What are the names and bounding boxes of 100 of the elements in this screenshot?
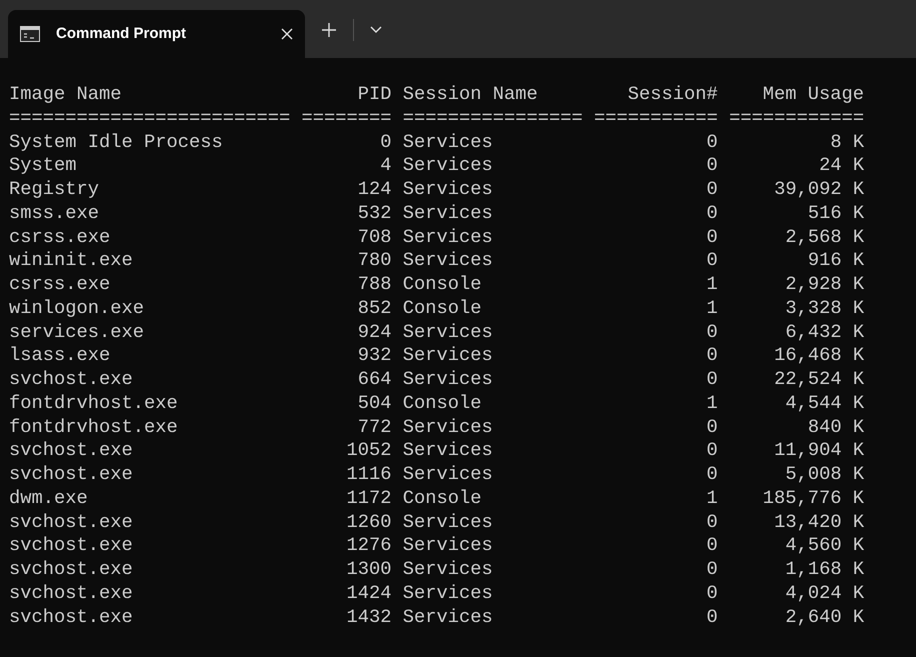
table-cell-text: Services [402, 510, 494, 534]
table-cell-text: 0 [706, 416, 718, 440]
table-cell-text: 16,468 K [773, 344, 864, 368]
table-cell-text: 1 [706, 392, 718, 416]
table-cell-text: svchost.exe [9, 368, 134, 392]
table-cell-text: 22,524 K [773, 368, 864, 392]
table-cell-text: 4,560 K [784, 534, 864, 558]
table-cell-text: 1 [706, 296, 718, 320]
table-cell-text: Console [402, 273, 483, 297]
table-cell-text: smss.exe [9, 202, 100, 226]
table-cell-text: 0 [706, 249, 718, 273]
header-rule: ========================= [9, 106, 290, 130]
table-cell-text: 0 [706, 606, 718, 630]
table-cell-text: csrss.exe [9, 273, 112, 297]
table-cell-text: 1116 [346, 463, 392, 487]
table-cell-text: 5,008 K [784, 463, 864, 487]
table-cell-text: 1 [706, 273, 718, 297]
table-cell-text: Services [402, 249, 494, 273]
table-cell-text: 0 [706, 463, 718, 487]
table-cell-text: Services [402, 130, 494, 154]
table-cell-text: Console [402, 392, 483, 416]
table-cell-text: 924 [356, 320, 392, 344]
table-cell-text: 2,640 K [784, 606, 864, 630]
table-cell-text: 0 [706, 130, 718, 154]
column-header: Mem Usage [762, 83, 864, 107]
table-cell-text: svchost.exe [9, 558, 134, 582]
table-cell-text: 0 [706, 178, 718, 202]
table-cell-text: Services [402, 606, 494, 630]
table-cell-text: 516 K [806, 202, 864, 226]
table-cell-text: 0 [706, 534, 718, 558]
table-cell-text: 4 [379, 154, 392, 178]
plus-icon [321, 22, 337, 38]
column-header: PID [356, 83, 392, 107]
table-cell-text: 840 K [806, 416, 864, 440]
table-cell-text: 0 [706, 344, 718, 368]
table-cell-text: 1276 [346, 534, 392, 558]
table-cell-text: 13,420 K [773, 510, 864, 534]
table-cell-text: 788 [356, 273, 392, 297]
table-cell-text: 1,168 K [784, 558, 864, 582]
table-cell-text: 916 K [806, 249, 864, 273]
header-rule: ============ [729, 106, 864, 130]
table-cell-text: Services [402, 582, 494, 606]
header-rule: =========== [594, 106, 718, 130]
table-cell-text: winlogon.exe [9, 296, 146, 320]
table-cell-text: 0 [706, 558, 718, 582]
table-cell-text: 0 [706, 510, 718, 534]
table-cell-text: 8 K [829, 130, 864, 154]
table-cell-text: Services [402, 463, 494, 487]
table-cell-text: Services [402, 226, 494, 250]
table-cell-text: 2,928 K [784, 273, 864, 297]
table-cell-text: 1424 [346, 582, 392, 606]
table-cell-text: 932 [356, 344, 392, 368]
table-cell-text: Services [402, 202, 494, 226]
table-cell-text: 1300 [346, 558, 392, 582]
table-cell-text: 0 [706, 439, 718, 463]
header-rule: ======== [302, 106, 392, 130]
terminal-tab[interactable]: Command Prompt [8, 10, 305, 58]
table-cell-text: Services [402, 534, 494, 558]
table-cell-text: 0 [706, 154, 718, 178]
table-cell-text: 124 [356, 178, 392, 202]
table-cell-text: Services [402, 320, 494, 344]
table-cell-text: 664 [356, 368, 392, 392]
header-rule: ================ [402, 106, 583, 130]
table-cell-text: services.exe [9, 320, 146, 344]
tab-title: Command Prompt [56, 24, 188, 44]
table-cell-text: Services [402, 344, 494, 368]
table-cell-text: 185,776 K [762, 486, 864, 510]
table-cell-text: 0 [706, 368, 718, 392]
table-cell-text: Services [402, 154, 494, 178]
table-cell-text: 504 [356, 392, 392, 416]
table-cell-text: svchost.exe [9, 582, 134, 606]
table-cell-text: 1 [706, 486, 718, 510]
table-cell-text: 24 K [818, 154, 864, 178]
table-cell-text: Console [402, 486, 483, 510]
table-cell-text: 11,904 K [773, 439, 864, 463]
table-cell-text: Services [402, 439, 494, 463]
table-cell-text: fontdrvhost.exe [9, 392, 179, 416]
table-cell-text: lsass.exe [9, 344, 112, 368]
table-cell-text: 0 [706, 320, 718, 344]
table-cell-text: Console [402, 296, 483, 320]
table-cell-text: svchost.exe [9, 606, 134, 630]
table-cell-text: 0 [706, 226, 718, 250]
table-cell-text: 852 [356, 296, 392, 320]
table-cell-text: svchost.exe [9, 439, 134, 463]
table-cell-text: Services [402, 558, 494, 582]
table-cell-text: System [9, 154, 78, 178]
table-cell-text: 708 [356, 226, 392, 250]
table-cell-text: fontdrvhost.exe [9, 416, 179, 440]
table-cell-text: 0 [379, 130, 392, 154]
table-cell-text: 4,024 K [784, 582, 864, 606]
table-cell-text: dwm.exe [9, 486, 89, 510]
table-cell-text: 0 [706, 582, 718, 606]
table-cell-text: csrss.exe [9, 226, 112, 250]
chevron-down-icon [370, 26, 382, 34]
table-cell-text: wininit.exe [9, 249, 134, 273]
close-icon [281, 28, 293, 40]
table-cell-text: Services [402, 178, 494, 202]
table-cell-text: svchost.exe [9, 510, 134, 534]
table-cell-text: System Idle Process [9, 130, 224, 154]
table-cell-text: 6,432 K [784, 320, 864, 344]
